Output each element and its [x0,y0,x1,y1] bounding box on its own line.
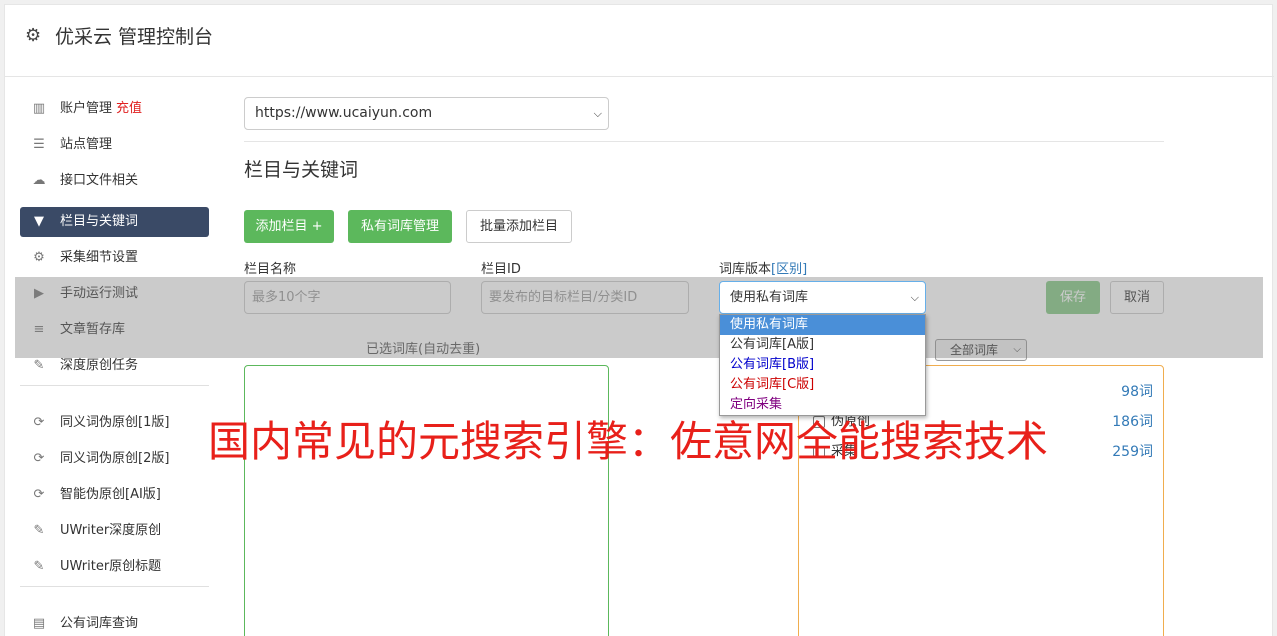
sidebar-item-label: 站点管理 [60,136,112,154]
sidebar-item-text: 账户管理 [60,101,113,116]
sidebar-item-text: 同义词伪原创[2版] [60,451,170,466]
sidebar-item-label: 栏目与关键词 [60,213,138,231]
library-count: 186词 [1112,414,1153,430]
version-label: 词库版本[区别] [719,262,807,278]
watermark-text: 国内常见的元搜索引擎：佐意网全能搜索技术 [208,417,1049,466]
library-version-value: 使用私有词库 [730,290,809,305]
chevron-down-icon: ⌵ [910,291,919,304]
sidebar-item-text: 采集细节设置 [60,250,139,265]
sidebar-item-label: 账户管理 充值 [60,100,142,118]
sidebar-item-label: UWriter深度原创 [60,522,161,540]
bar-chart-icon: ▥ [32,101,46,116]
column-name-label: 栏目名称 [244,262,297,277]
gear-icon: ⚙ [25,25,42,46]
sidebar-item-label: 同义词伪原创[2版] [60,450,169,468]
selected-library-box[interactable] [244,365,609,636]
dropdown-option[interactable]: 公有词库[B版] [720,355,925,375]
sidebar-item-text: 站点管理 [60,137,113,152]
server-icon: ☰ [33,137,45,152]
sidebar-item-12[interactable]: ✎ UWriter原创标题 [20,552,209,582]
site-select-value: https://www.ucaiyun.com [255,105,433,121]
dropdown-option[interactable]: 定向采集 [720,395,925,415]
sidebar-item-text: 深度原创任务 [60,358,139,373]
library-version-dropdown: 使用私有词库 公有词库[A版] 公有词库[B版] 公有词库[C版] 定向采集 [719,314,926,416]
sidebar-item-label: 深度原创任务 [60,357,138,375]
sidebar-item-label: 公有词库查询 [60,615,138,633]
difference-link[interactable]: [区别] [771,262,807,277]
version-label-text: 词库版本 [719,262,772,277]
sidebar-item-11[interactable]: ✎ UWriter深度原创 [20,516,209,546]
batch-add-button[interactable]: 批量添加栏目 [466,210,572,243]
site-select[interactable]: https://www.ucaiyun.com ⌵ [244,97,609,130]
divider [244,141,1164,142]
sidebar-item-2[interactable]: ☁ 接口文件相关 [20,166,209,196]
sidebar-item-label: 采集细节设置 [60,249,138,267]
column-id-label: 栏目ID [481,262,521,277]
edit-icon: ✎ [33,358,45,373]
sidebar-item-label: 接口文件相关 [60,172,138,190]
sidebar-divider [20,586,209,587]
page-title: 优采云 管理控制台 [55,26,214,48]
sidebar-item-4[interactable]: ⚙ 采集细节设置 [20,243,209,273]
sidebar-item-text: UWriter原创标题 [60,559,162,574]
cloud-upload-icon: ☁ [32,173,46,188]
sidebar-item-text: 智能伪原创[AI版] [60,487,161,502]
edit-icon: ✎ [33,559,45,574]
sidebar-item-3[interactable]: ▼ 栏目与关键词 [20,207,209,237]
book-icon: ▤ [32,616,46,631]
library-count: 98词 [1121,384,1153,400]
library-count: 259词 [1112,444,1153,460]
sidebar-item-label: 同义词伪原创[1版] [60,414,169,432]
sidebar-item-label: 智能伪原创[AI版] [60,486,161,504]
sidebar-item-text: UWriter深度原创 [60,523,162,538]
edit-icon: ✎ [33,523,45,538]
sidebar-item-text: 同义词伪原创[1版] [60,415,170,430]
section-title: 栏目与关键词 [244,159,359,181]
sidebar-item-text: 公有词库查询 [60,616,139,631]
sidebar-item-13[interactable]: ▤ 公有词库查询 [20,609,209,636]
recharge-badge[interactable]: 充值 [116,101,142,116]
modal-overlay [15,277,1263,358]
sidebar-item-10[interactable]: ⟳ 智能伪原创[AI版] [20,480,209,510]
page-header: ⚙ 优采云 管理控制台 [5,5,1274,77]
refresh-icon: ⟳ [33,415,45,430]
filter-icon: ▼ [34,214,44,229]
refresh-icon: ⟳ [33,451,45,466]
sidebar-item-label: UWriter原创标题 [60,558,161,576]
library-version-select[interactable]: 使用私有词库 ⌵ [719,281,926,314]
sidebar-divider [20,385,209,386]
chevron-down-icon: ⌵ [593,107,602,120]
dropdown-option[interactable]: 公有词库[A版] [720,335,925,355]
refresh-icon: ⟳ [33,487,45,502]
sidebar-item-1[interactable]: ☰ 站点管理 [20,130,209,160]
dropdown-option[interactable]: 公有词库[C版] [720,375,925,395]
sidebar-item-9[interactable]: ⟳ 同义词伪原创[2版] [20,444,209,474]
add-column-button[interactable]: 添加栏目 + [244,210,334,243]
private-library-button[interactable]: 私有词库管理 [348,210,452,243]
cogs-icon: ⚙ [33,250,45,265]
dropdown-option[interactable]: 使用私有词库 [720,315,925,335]
sidebar-item-8[interactable]: ⟳ 同义词伪原创[1版] [20,408,209,438]
sidebar-item-text: 栏目与关键词 [60,214,139,229]
sidebar-item-text: 接口文件相关 [60,173,139,188]
sidebar-item-0[interactable]: ▥ 账户管理 充值 [20,94,209,124]
